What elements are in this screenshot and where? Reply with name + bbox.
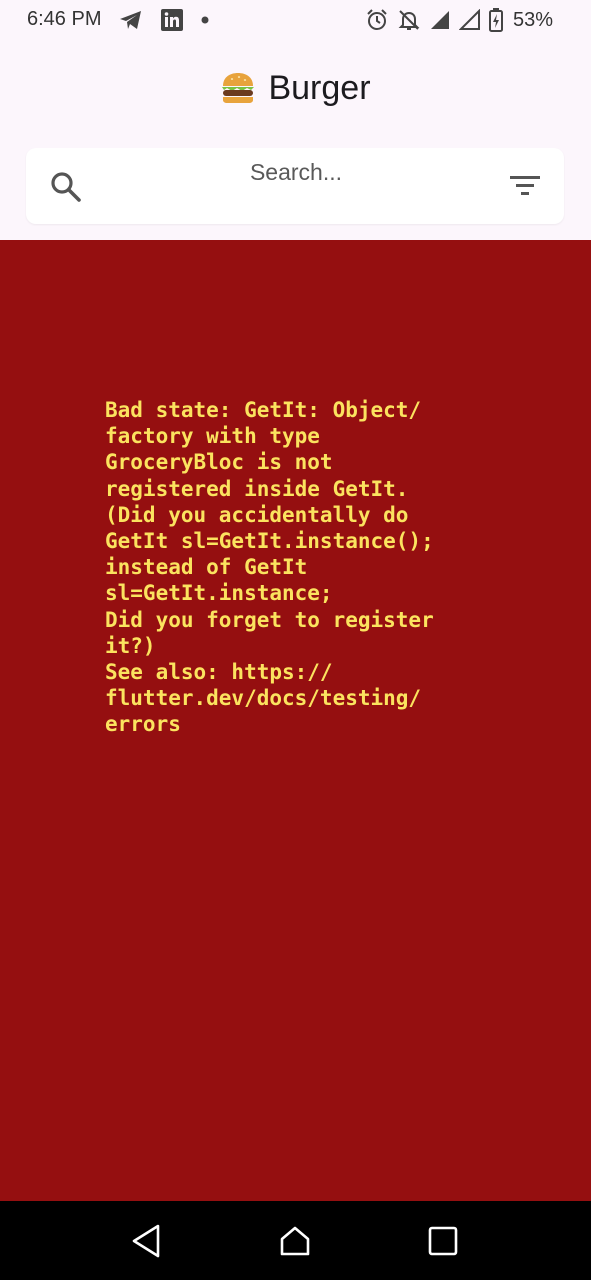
- status-time: 6:46 PM: [27, 8, 102, 30]
- signal-icon: [429, 9, 451, 31]
- search-bar: [26, 148, 564, 224]
- back-button[interactable]: [126, 1221, 166, 1261]
- home-icon: [280, 1226, 310, 1256]
- recents-icon: [428, 1226, 458, 1256]
- filter-icon[interactable]: [508, 174, 542, 198]
- page-title: Burger: [268, 68, 371, 107]
- telegram-icon: [119, 9, 143, 31]
- system-nav-bar: [0, 1201, 591, 1280]
- back-icon: [132, 1224, 160, 1258]
- error-panel: Bad state: GetIt: Object/ factory with t…: [0, 240, 591, 1201]
- battery-charging-icon: [488, 8, 503, 32]
- notifications-off-icon: [397, 8, 421, 32]
- signal-outline-icon: [458, 9, 481, 31]
- battery-percent: 53%: [512, 8, 553, 31]
- status-right: 53%: [365, 8, 553, 32]
- burger-icon: [222, 73, 255, 103]
- recents-button[interactable]: [423, 1221, 463, 1261]
- search-input[interactable]: [116, 154, 476, 190]
- status-left: 6:46 PM: [27, 8, 209, 31]
- notification-dot-icon: [201, 16, 209, 24]
- error-message: Bad state: GetIt: Object/ factory with t…: [105, 398, 434, 737]
- alarm-icon: [365, 8, 389, 32]
- home-button[interactable]: [275, 1221, 315, 1261]
- search-icon[interactable]: [49, 170, 83, 204]
- linkedin-icon: [161, 8, 184, 31]
- status-bar: 6:46 PM 53%: [0, 0, 591, 40]
- app-header: Burger: [0, 60, 591, 116]
